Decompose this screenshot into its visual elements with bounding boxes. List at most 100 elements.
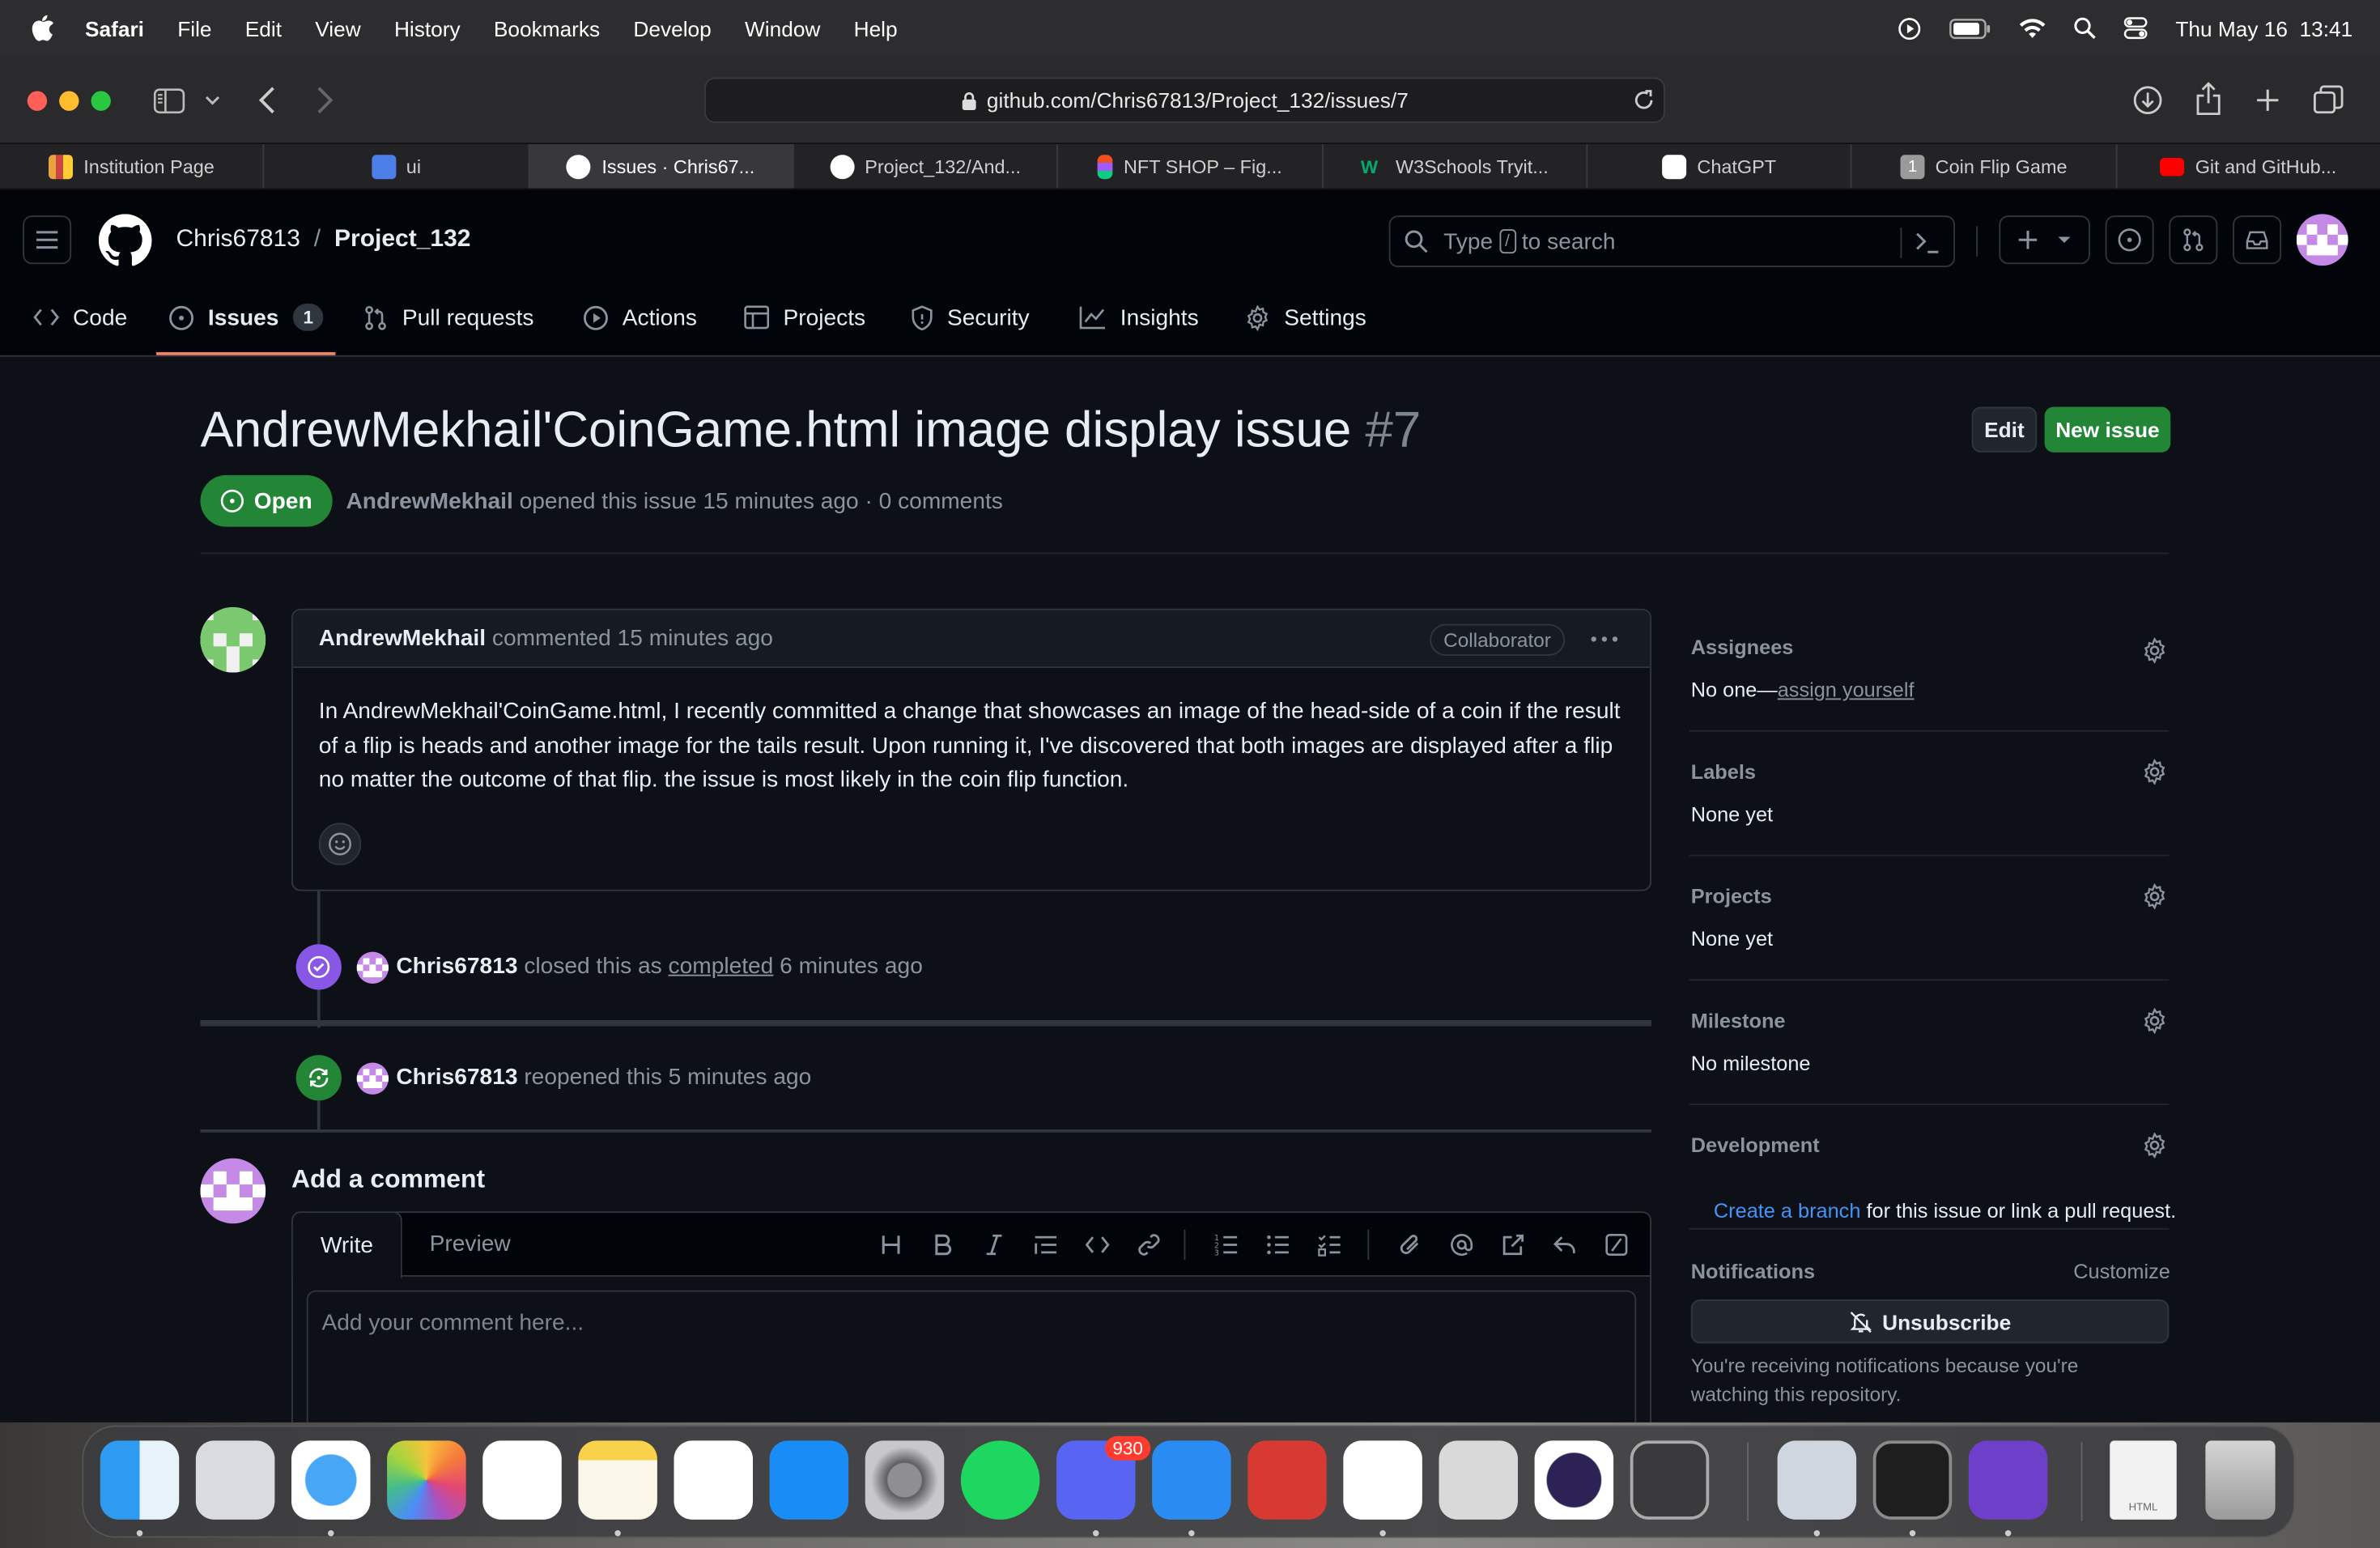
tab-overview-icon[interactable] (2313, 85, 2344, 114)
inbox-header-button[interactable] (2233, 215, 2282, 265)
event-actor-link[interactable]: Chris67813 (396, 954, 517, 980)
close-window-button[interactable] (27, 91, 48, 111)
control-center-icon[interactable] (2124, 17, 2148, 40)
chevron-down-icon[interactable] (205, 96, 220, 106)
kebab-menu-icon[interactable] (1591, 636, 1618, 643)
tab-projects[interactable]: Projects (744, 287, 865, 347)
reminders-icon[interactable] (482, 1440, 562, 1520)
cross-reference-icon[interactable] (1501, 1233, 1525, 1257)
quote-icon[interactable] (1034, 1233, 1058, 1257)
event-avatar[interactable] (356, 951, 389, 984)
wifi-icon[interactable] (2019, 18, 2046, 39)
write-tab[interactable]: Write (292, 1213, 402, 1278)
issues-header-button[interactable] (2105, 215, 2154, 265)
tab-project-132[interactable]: Project_132/And... (794, 144, 1059, 189)
preview-tab[interactable]: Preview (430, 1231, 511, 1257)
unsubscribe-button[interactable]: Unsubscribe (1690, 1299, 2170, 1344)
terminal-icon[interactable] (1872, 1440, 1953, 1520)
apple-icon[interactable] (31, 14, 55, 42)
issue-author-link[interactable]: AndrewMekhail (346, 489, 513, 515)
tab-git-github[interactable]: Git and GitHub... (2117, 144, 2380, 188)
spotify-icon[interactable] (960, 1440, 1040, 1520)
back-icon[interactable] (258, 87, 277, 114)
repo-owner-link[interactable]: Chris67813 (176, 226, 300, 253)
italic-icon[interactable] (982, 1233, 1006, 1257)
trash-icon[interactable] (2205, 1440, 2276, 1520)
heading-icon[interactable] (879, 1233, 903, 1257)
battery-icon[interactable] (1949, 18, 1992, 39)
play-status-icon[interactable] (1898, 16, 1922, 40)
preview-icon[interactable] (1777, 1440, 1857, 1520)
new-comment-avatar[interactable] (200, 1158, 266, 1224)
tab-coin-flip-game[interactable]: 1 Coin Flip Game (1852, 144, 2117, 189)
menu-app-safari[interactable]: Safari (85, 16, 144, 40)
customize-link[interactable]: Customize (2073, 1260, 2170, 1282)
menu-file[interactable]: File (177, 16, 211, 40)
ordered-list-icon[interactable]: 123 (1214, 1233, 1239, 1257)
downloads-icon[interactable] (2132, 85, 2163, 116)
hamburger-menu-button[interactable] (23, 215, 72, 265)
gear-icon[interactable] (2142, 883, 2168, 910)
github-desktop-icon[interactable] (1968, 1440, 2048, 1520)
menu-edit[interactable]: Edit (245, 16, 282, 40)
comment-author-link[interactable]: AndrewMekhail (319, 626, 486, 652)
photos-icon[interactable] (387, 1440, 466, 1520)
development-heading[interactable]: Development (1691, 1134, 1820, 1157)
system-settings-icon[interactable] (865, 1440, 945, 1520)
notes-icon[interactable] (578, 1440, 657, 1520)
menu-develop[interactable]: Develop (633, 16, 711, 40)
app-store-icon[interactable] (769, 1440, 849, 1520)
tab-institution-page[interactable]: Institution Page (0, 144, 265, 189)
minimize-window-button[interactable] (59, 91, 79, 111)
command-palette-icon[interactable] (1915, 232, 1940, 253)
completed-link[interactable]: completed (669, 954, 774, 980)
event-timestamp[interactable]: 6 minutes ago (780, 954, 923, 980)
menu-help[interactable]: Help (854, 16, 898, 40)
vscode-icon[interactable] (1343, 1440, 1422, 1520)
assignees-heading[interactable]: Assignees (1691, 636, 1794, 659)
link-icon[interactable] (1137, 1233, 1161, 1257)
launchpad-icon[interactable] (195, 1440, 275, 1520)
add-reaction-button[interactable] (318, 823, 362, 865)
menubar-clock[interactable]: Thu May 16 13:41 (2175, 16, 2352, 40)
finder-icon[interactable] (100, 1440, 180, 1520)
gear-icon[interactable] (2142, 759, 2168, 785)
comment-avatar[interactable] (200, 607, 266, 673)
tab-issues[interactable]: Issues · Chris67... (529, 144, 794, 189)
tab-insights[interactable]: Insights (1079, 287, 1199, 347)
tab-code[interactable]: Code (33, 287, 127, 347)
photo-booth-icon[interactable] (1247, 1440, 1327, 1520)
tab-issues[interactable]: Issues 1 (168, 287, 325, 347)
user-avatar[interactable] (2296, 214, 2348, 266)
address-bar[interactable]: github.com/Chris67813/Project_132/issues… (704, 77, 1665, 123)
share-icon[interactable] (2195, 82, 2222, 116)
sidebar-toggle-icon[interactable] (153, 88, 185, 114)
tab-figma[interactable]: NFT SHOP – Fig... (1058, 144, 1324, 189)
zoom-window-button[interactable] (91, 91, 111, 111)
comment-timestamp[interactable]: commented 15 minutes ago (492, 626, 773, 652)
milestone-heading[interactable]: Milestone (1691, 1010, 1786, 1032)
screenshot-icon[interactable] (1630, 1440, 1710, 1520)
task-list-icon[interactable] (1318, 1233, 1342, 1257)
forward-icon[interactable] (316, 87, 334, 114)
safari-icon[interactable] (291, 1440, 371, 1520)
tab-w3schools[interactable]: W W3Schools Tryit... (1323, 144, 1588, 189)
comment-textarea[interactable]: Add your comment here... (306, 1290, 1637, 1423)
new-tab-icon[interactable] (2255, 88, 2280, 113)
mention-icon[interactable] (1450, 1233, 1474, 1257)
menu-history[interactable]: History (394, 16, 461, 40)
repo-name-link[interactable]: Project_132 (334, 226, 470, 253)
thonny-icon[interactable] (1439, 1440, 1518, 1520)
create-new-button[interactable] (1999, 215, 2090, 265)
gear-icon[interactable] (2142, 1008, 2168, 1034)
tab-ui[interactable]: ui (265, 144, 529, 189)
menu-window[interactable]: Window (745, 16, 820, 40)
keynote-icon[interactable] (1152, 1440, 1231, 1520)
html-file-icon[interactable]: HTML (2110, 1440, 2177, 1520)
github-logo-icon[interactable] (98, 214, 152, 267)
slash-commands-icon[interactable] (1604, 1233, 1629, 1257)
paperclip-icon[interactable] (1398, 1233, 1422, 1257)
tab-actions[interactable]: Actions (583, 287, 697, 347)
event-actor-link[interactable]: Chris67813 (396, 1064, 517, 1090)
menu-view[interactable]: View (315, 16, 360, 40)
